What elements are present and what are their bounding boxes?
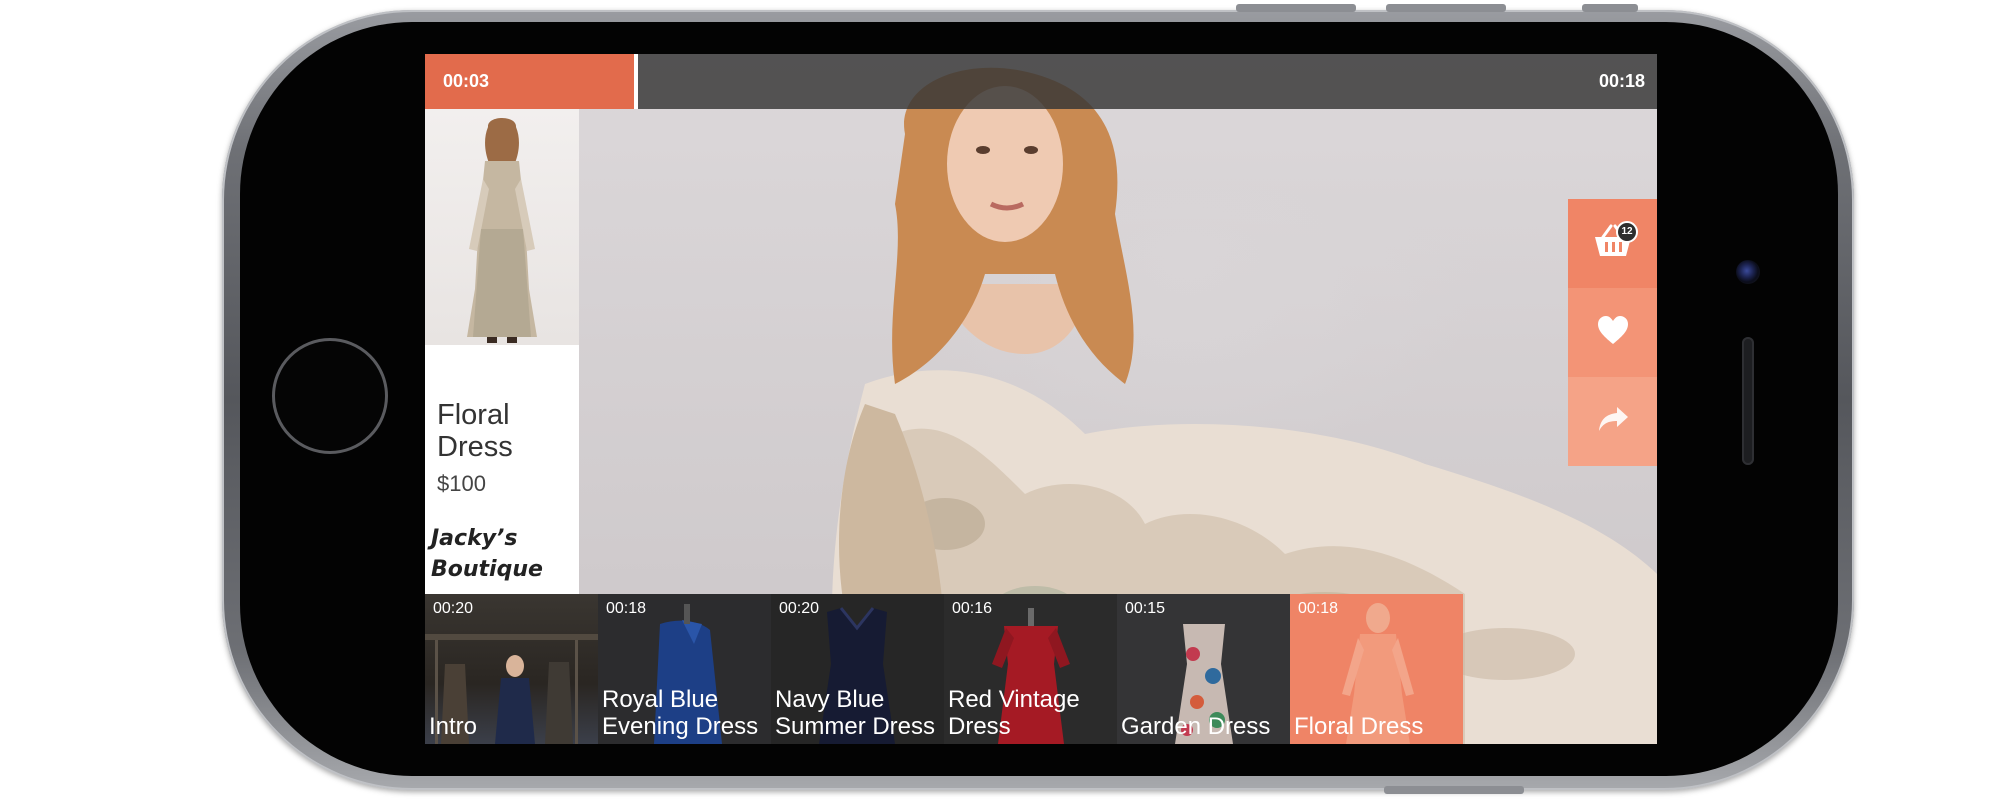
- playlist-item-floral-dress[interactable]: 00:18 Floral Dress: [1290, 594, 1463, 744]
- app-screen: 00:03 00:18 Floral Dress $100 Jacky’s Bo…: [425, 54, 1657, 744]
- power-button: [1384, 786, 1524, 794]
- home-button: [272, 338, 388, 454]
- progress-bar[interactable]: 00:03 00:18: [425, 54, 1657, 109]
- cart-button[interactable]: 12: [1568, 199, 1657, 288]
- playlist-item-red-vintage-dress[interactable]: 00:16 Red Vintage Dress: [944, 594, 1117, 744]
- earpiece-speaker: [1742, 337, 1754, 465]
- product-price: $100: [437, 471, 486, 496]
- item-duration: 00:16: [952, 600, 993, 617]
- product-name: Floral Dress: [437, 399, 513, 463]
- share-button[interactable]: [1568, 377, 1657, 466]
- share-arrow-icon: [1597, 405, 1629, 438]
- front-camera: [1736, 260, 1760, 284]
- model-face: [947, 86, 1063, 242]
- item-title: Floral Dress: [1294, 713, 1424, 740]
- progress-scrubber[interactable]: [634, 54, 638, 109]
- item-duration: 00:15: [1125, 600, 1166, 617]
- item-title: Garden Dress: [1121, 713, 1271, 740]
- item-duration: 00:18: [606, 600, 647, 617]
- item-title: Royal Blue Evening Dress: [602, 686, 759, 740]
- heart-icon: [1597, 315, 1629, 350]
- playlist-item-royal-blue-evening-dress[interactable]: 00:18 Royal Blue Evening Dress: [598, 594, 771, 744]
- product-card[interactable]: Floral Dress $100 Jacky’s Boutique: [425, 109, 579, 594]
- volume-up-button: [1236, 4, 1356, 12]
- volume-down-button: [1386, 4, 1506, 12]
- total-duration: 00:18: [1598, 71, 1645, 91]
- elapsed-time: 00:03: [443, 71, 490, 91]
- mute-switch: [1582, 4, 1638, 12]
- item-title: Intro: [429, 713, 478, 740]
- item-duration: 00:20: [433, 600, 474, 617]
- playlist-item-navy-blue-summer-dress[interactable]: 00:20 Navy Blue Summer Dress: [771, 594, 944, 744]
- model-eye: [1024, 146, 1038, 154]
- product-thumbnail[interactable]: [425, 109, 579, 345]
- item-duration: 00:18: [1298, 600, 1339, 617]
- playlist: 00:20 Intro 00:18 Royal Blue Evening Dre…: [425, 594, 1465, 744]
- item-duration: 00:20: [779, 600, 820, 617]
- cart-count-badge: 12: [1616, 221, 1638, 243]
- store-name[interactable]: Jacky’s Boutique: [431, 523, 577, 585]
- playlist-item-garden-dress[interactable]: 00:15 Garden Dress: [1117, 594, 1290, 744]
- like-button[interactable]: [1568, 288, 1657, 377]
- playlist-item-intro[interactable]: 00:20 Intro: [425, 594, 598, 744]
- model-eye: [976, 146, 990, 154]
- item-title: Navy Blue Summer Dress: [775, 686, 936, 740]
- item-title: Red Vintage Dress: [948, 686, 1080, 740]
